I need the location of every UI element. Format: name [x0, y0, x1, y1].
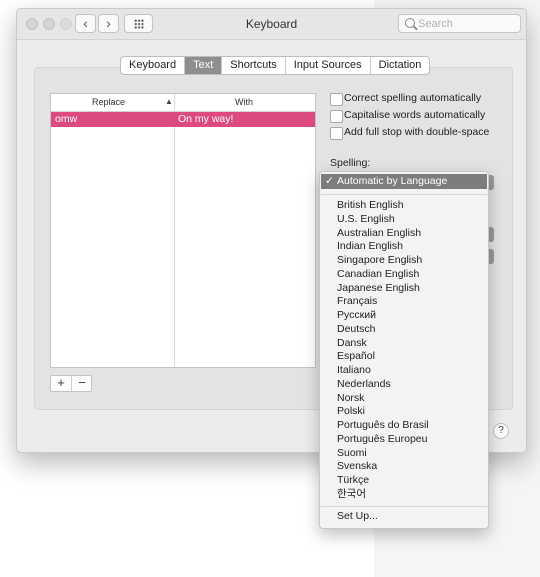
- tab-bar: Keyboard Text Shortcuts Input Sources Di…: [120, 56, 431, 75]
- full-stop-label: Add full stop with double-space: [344, 126, 490, 138]
- menu-item-language[interactable]: Singapore English: [337, 254, 422, 267]
- menu-item-language[interactable]: Polski: [337, 405, 365, 418]
- spelling-dropdown-menu: ✓ Automatic by Language British English U…: [319, 171, 489, 529]
- menu-item-language[interactable]: Italiano: [337, 364, 371, 377]
- table-row[interactable]: omw On my way!: [51, 112, 315, 127]
- correct-spelling-label: Correct spelling automatically: [344, 92, 482, 104]
- add-button[interactable]: +: [51, 375, 71, 390]
- title-bar: ‹ › Keyboard: [17, 9, 526, 40]
- menu-item-language[interactable]: Português do Brasil: [337, 419, 429, 432]
- menu-item-language[interactable]: Dansk: [337, 337, 367, 350]
- remove-button[interactable]: −: [72, 375, 92, 390]
- tab-dictation[interactable]: Dictation: [371, 57, 430, 74]
- spelling-label: Spelling:: [330, 157, 371, 169]
- menu-item-language[interactable]: Português Europeu: [337, 433, 427, 446]
- search-field[interactable]: [398, 14, 521, 33]
- menu-separator: [321, 506, 487, 507]
- correct-spelling-checkbox[interactable]: [330, 93, 343, 106]
- menu-item-language[interactable]: Norsk: [337, 392, 364, 405]
- menu-item-language[interactable]: Suomi: [337, 447, 367, 460]
- menu-item-language[interactable]: Türkçe: [337, 474, 369, 487]
- tab-keyboard[interactable]: Keyboard: [121, 57, 186, 74]
- search-input[interactable]: [418, 16, 514, 31]
- menu-item-language[interactable]: Español: [337, 350, 375, 363]
- menu-item-language[interactable]: Australian English: [337, 227, 421, 240]
- menu-item-automatic-by-language[interactable]: ✓ Automatic by Language: [321, 174, 487, 189]
- menu-item-language[interactable]: Indian English: [337, 240, 403, 253]
- search-icon: [405, 18, 415, 28]
- menu-item-language[interactable]: Français: [337, 295, 377, 308]
- menu-item-language[interactable]: 한국어: [337, 488, 366, 501]
- text-replacement-table: Replace ▲ With omw On my way!: [50, 93, 316, 368]
- full-stop-checkbox[interactable]: [330, 127, 343, 140]
- menu-item-language[interactable]: Русский: [337, 309, 376, 322]
- replace-cell: omw: [55, 113, 78, 125]
- menu-item-language[interactable]: British English: [337, 199, 404, 212]
- tab-input-sources[interactable]: Input Sources: [286, 57, 371, 74]
- menu-item-set-up[interactable]: Set Up...: [337, 510, 378, 523]
- menu-item-language[interactable]: U.S. English: [337, 213, 395, 226]
- capitalise-words-checkbox[interactable]: [330, 110, 343, 123]
- menu-item-language[interactable]: Nederlands: [337, 378, 391, 391]
- with-cell: On my way!: [178, 113, 234, 125]
- capitalise-words-label: Capitalise words automatically: [344, 109, 486, 121]
- table-header: Replace ▲ With: [51, 94, 315, 112]
- checkmark-icon: ✓: [325, 175, 334, 187]
- add-remove-control: + −: [50, 375, 92, 392]
- tab-shortcuts[interactable]: Shortcuts: [222, 57, 286, 74]
- menu-item-language[interactable]: Deutsch: [337, 323, 376, 336]
- column-divider: [174, 94, 175, 367]
- menu-item-language[interactable]: Japanese English: [337, 282, 420, 295]
- column-header-with[interactable]: With: [235, 97, 253, 107]
- column-header-replace[interactable]: Replace: [92, 97, 125, 107]
- menu-item-language[interactable]: Canadian English: [337, 268, 419, 281]
- menu-separator: [321, 194, 487, 195]
- help-button[interactable]: ?: [493, 423, 509, 439]
- sort-ascending-icon: ▲: [165, 97, 173, 106]
- menu-item-language[interactable]: Svenska: [337, 460, 377, 473]
- tab-text[interactable]: Text: [185, 57, 223, 74]
